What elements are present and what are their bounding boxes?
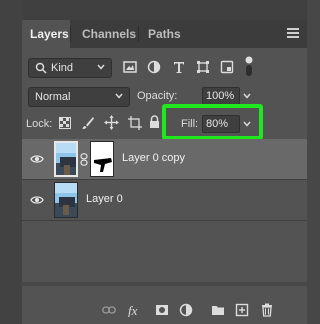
lock-artboard-icon[interactable]	[128, 116, 142, 130]
layer-thumbnail	[54, 141, 78, 177]
layer-mask-thumbnail[interactable]	[90, 141, 114, 177]
divider	[22, 220, 307, 221]
panel-menu-icon[interactable]	[287, 28, 299, 39]
fill-highlight-box	[162, 104, 263, 140]
opacity-input[interactable]: 100%	[202, 87, 240, 105]
panel-footer-strip	[22, 282, 307, 286]
filter-smart-object-icon[interactable]	[220, 60, 234, 74]
tab-separator	[138, 26, 139, 42]
layer-row-layer-0[interactable]: Layer 0	[22, 180, 307, 220]
folder-icon[interactable]	[211, 303, 225, 317]
link-layers-icon[interactable]	[102, 303, 116, 317]
tab-channels[interactable]: Channels	[74, 20, 144, 48]
search-icon	[35, 62, 47, 74]
filter-toggle-icon[interactable]	[244, 56, 254, 78]
layer-name[interactable]: Layer 0	[86, 193, 123, 205]
dock-left-strip	[0, 0, 22, 324]
filter-kind-select[interactable]: Kind	[28, 58, 112, 78]
layer-name[interactable]: Layer 0 copy	[122, 152, 185, 164]
layer-filter-row: Kind	[22, 56, 307, 80]
new-layer-icon[interactable]	[235, 303, 249, 317]
lock-position-icon[interactable]	[104, 115, 119, 130]
lock-all-icon[interactable]	[149, 115, 160, 129]
lock-image-pixels-icon[interactable]	[81, 116, 95, 130]
layer-row-layer-0-copy[interactable]: Layer 0 copy	[22, 139, 307, 179]
link-icon[interactable]	[80, 153, 88, 166]
blend-mode-select[interactable]: Normal	[28, 87, 130, 107]
adjustment-icon[interactable]	[179, 303, 193, 317]
eye-icon[interactable]	[30, 153, 44, 165]
chevron-down-icon	[115, 93, 123, 99]
opacity-label: Opacity:	[137, 90, 178, 102]
tab-separator	[70, 26, 71, 42]
filter-adjustment-icon[interactable]	[147, 60, 161, 74]
eye-icon[interactable]	[30, 194, 44, 206]
fx-icon[interactable]: fx	[127, 303, 145, 317]
tab-paths[interactable]: Paths	[140, 20, 189, 48]
filter-pixel-icon[interactable]	[123, 60, 137, 74]
trash-icon[interactable]	[260, 303, 274, 317]
svg-text:fx: fx	[128, 303, 138, 317]
blend-mode-value: Normal	[35, 91, 71, 103]
chevron-down-icon[interactable]	[242, 91, 252, 101]
lock-label: Lock:	[26, 118, 53, 130]
filter-shape-icon[interactable]	[196, 60, 210, 74]
chevron-down-icon	[97, 64, 105, 70]
panel-tab-bar: Layers Channels Paths	[22, 20, 307, 48]
filter-kind-label: Kind	[51, 62, 74, 74]
filter-type-icon[interactable]	[172, 60, 186, 74]
add-mask-icon[interactable]	[155, 303, 169, 317]
lock-transparent-pixels-icon[interactable]	[59, 117, 71, 129]
layers-panel: Layers Channels Paths Kind Normal Opacit…	[0, 0, 307, 324]
layers-bottom-bar: fx	[22, 296, 307, 324]
tab-layers[interactable]: Layers	[22, 20, 70, 48]
dock-top-strip	[22, 0, 307, 20]
layer-thumbnail	[54, 182, 78, 218]
